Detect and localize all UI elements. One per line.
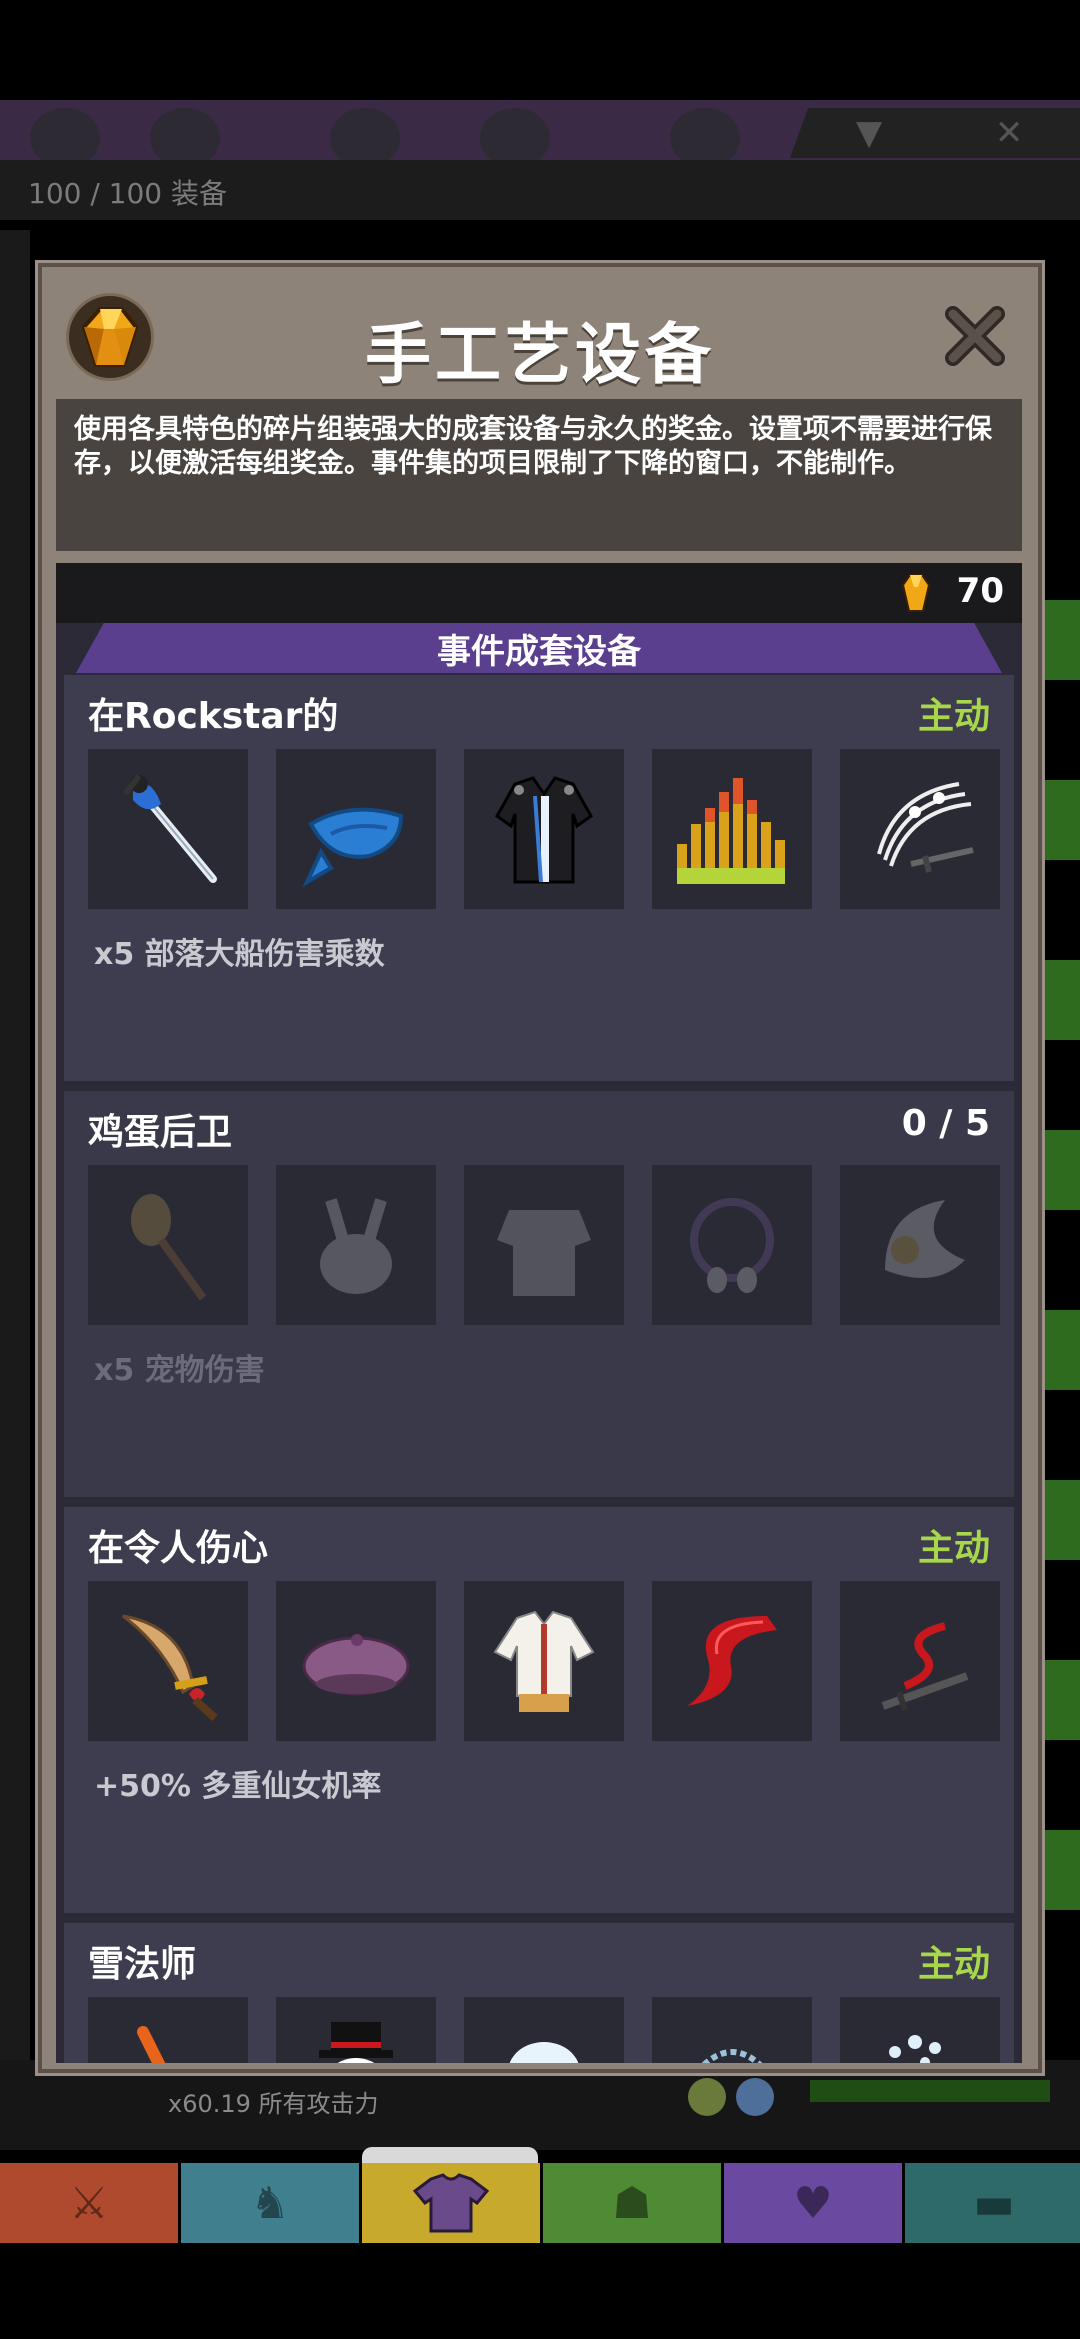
carrot-staff-icon[interactable] [88, 1997, 248, 2063]
stat-line: x60.19 所有攻击力 [168, 2090, 379, 2118]
set-name: 在令人伤心 [88, 1528, 269, 1569]
set-item-slots [88, 1997, 1000, 2063]
menu-circle-icon[interactable] [480, 108, 550, 168]
chest-tab-icon[interactable]: ▬ [905, 2163, 1080, 2243]
egg-necklace-icon[interactable] [652, 1165, 812, 1325]
snowman-hat-icon[interactable] [276, 1997, 436, 2063]
chevron-down-icon[interactable]: ▼ [799, 108, 939, 158]
screen: ▼✕ 100 / 100 装备 x60.19 所有攻击力 ⚔ ♞ ☗ ♥ ▬ [0, 0, 1080, 2339]
beret-icon[interactable] [276, 1581, 436, 1741]
set-status: 主动 [917, 696, 990, 737]
upgrade-button[interactable] [810, 2080, 1050, 2102]
leather-jacket-icon[interactable] [464, 749, 624, 909]
hero-icon[interactable] [150, 108, 220, 168]
frost-arc-icon[interactable] [652, 1997, 812, 2063]
egg-axe-icon[interactable] [840, 1165, 1000, 1325]
equip-row-strip [1044, 1310, 1080, 1390]
red-ribbon-icon[interactable] [652, 1581, 812, 1741]
leaf-icon [688, 2078, 726, 2116]
equipment-set-card[interactable]: 雪法师 主动 [64, 1923, 1014, 2063]
equip-row-strip [1044, 600, 1080, 680]
set-progress: 0 / 5 [901, 1103, 990, 1144]
equipment-count-bar: 100 / 100 装备 [0, 160, 1080, 220]
equipment-count: 100 / 100 装备 [28, 177, 228, 210]
set-status: 主动 [917, 1528, 990, 1569]
helmet-tab-icon[interactable]: ♞ [181, 2163, 359, 2243]
currency-amount: 70 [956, 571, 1004, 611]
section-banner: 事件成套设备 [76, 623, 1002, 673]
equalizer-icon[interactable] [652, 749, 812, 909]
set-bonus: +50% 多重仙女机率 [94, 1769, 382, 1804]
chest-armor-icon[interactable] [464, 1165, 624, 1325]
equip-row-strip [1044, 1660, 1080, 1740]
blue-bandana-icon[interactable] [276, 749, 436, 909]
set-status: 主动 [917, 1944, 990, 1985]
modal-header: 手工艺设备 [42, 267, 1038, 397]
section-title: 事件成套设备 [437, 631, 641, 672]
equipment-set-card[interactable]: 在Rockstar的 主动 x5 部落大船伤害乘数 [64, 675, 1014, 1081]
bird-icon [736, 2078, 774, 2116]
set-item-slots [88, 749, 1000, 909]
set-name: 雪法师 [88, 1944, 197, 1985]
ribbon-blade-icon[interactable] [840, 1581, 1000, 1741]
crafting-modal: 手工艺设备 使用各具特色的碎片组装强大的成套设备与永久的奖金。设置项不需要进行保… [38, 263, 1042, 2073]
close-icon[interactable]: ✕ [939, 108, 1079, 158]
equip-row-strip [1044, 1130, 1080, 1210]
sets-scroll-list[interactable]: 事件成套设备 在Rockstar的 主动 x5 部落大船伤害乘数 鸡蛋后卫 0 … [56, 623, 1022, 2063]
equip-row-strip [1044, 780, 1080, 860]
white-jacket-icon[interactable] [464, 1581, 624, 1741]
set-name: 在Rockstar的 [88, 696, 339, 737]
modal-title: 手工艺设备 [365, 316, 715, 393]
equip-row-strip [1044, 960, 1080, 1040]
shirt-tab-icon[interactable] [362, 2163, 540, 2243]
equip-row-strip [1044, 1830, 1080, 1910]
set-bonus: x5 部落大船伤害乘数 [94, 937, 385, 972]
egg-staff-icon[interactable] [88, 1165, 248, 1325]
crafting-gem-icon [901, 573, 931, 617]
left-edge [0, 230, 30, 2110]
settings-icon[interactable] [30, 108, 100, 168]
equipment-set-card[interactable]: 鸡蛋后卫 0 / 5 x5 宠物伤害 [64, 1091, 1014, 1497]
music-staff-blade-icon[interactable] [840, 749, 1000, 909]
heart-tab-icon[interactable]: ♥ [724, 2163, 902, 2243]
heart-sword-icon[interactable] [88, 1581, 248, 1741]
menu-circle-icon[interactable] [670, 108, 740, 168]
sword-tab-icon[interactable]: ⚔ [0, 2163, 178, 2243]
set-item-slots [88, 1165, 1000, 1325]
modal-description: 使用各具特色的碎片组装强大的成套设备与永久的奖金。设置项不需要进行保存，以便激活… [56, 399, 1022, 551]
snowball-icon[interactable] [464, 1997, 624, 2063]
pet-tab-icon[interactable]: ☗ [543, 2163, 721, 2243]
menu-circle-icon[interactable] [330, 108, 400, 168]
guitar-sword-icon[interactable] [88, 749, 248, 909]
bunny-helmet-icon[interactable] [276, 1165, 436, 1325]
equip-row [0, 2060, 1080, 2150]
currency-bar: 70 [56, 563, 1022, 623]
bottom-nav: ⚔ ♞ ☗ ♥ ▬ [0, 2163, 1080, 2243]
set-bonus: x5 宠物伤害 [94, 1353, 265, 1388]
equipment-set-card[interactable]: 在令人伤心 主动 +50% 多重仙女机率 [64, 1507, 1014, 1913]
equip-row-strip [1044, 1480, 1080, 1560]
set-item-slots [88, 1581, 1000, 1741]
top-tabs[interactable]: ▼ ✕ [790, 108, 1080, 158]
set-name: 鸡蛋后卫 [88, 1112, 233, 1153]
snow-crystals-icon[interactable] [840, 1997, 1000, 2063]
close-icon[interactable] [940, 301, 1010, 371]
